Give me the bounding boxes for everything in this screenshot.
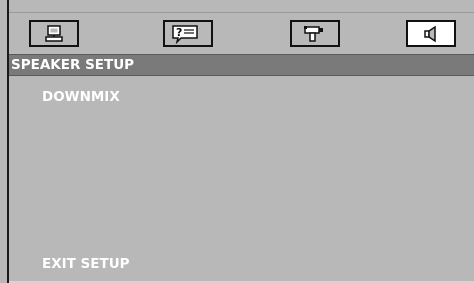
language-setup-tab[interactable]: ? xyxy=(163,20,213,47)
language-setup-icon: ? xyxy=(171,24,205,44)
page-title-bar: SPEAKER SETUP xyxy=(9,54,474,76)
setup-icon-bar: ? xyxy=(9,13,474,54)
video-setup-tab[interactable] xyxy=(290,20,340,47)
menu-item-downmix[interactable]: DOWNMIX xyxy=(42,89,120,105)
speaker-setup-icon xyxy=(420,24,442,44)
speaker-setup-tab[interactable] xyxy=(406,20,456,47)
video-setup-icon xyxy=(302,24,328,44)
general-setup-tab[interactable] xyxy=(29,20,79,47)
menu-item-exit-setup[interactable]: EXIT SETUP xyxy=(42,256,130,272)
general-setup-icon xyxy=(43,24,65,43)
menu-panel: DOWNMIX EXIT SETUP xyxy=(9,76,474,283)
svg-text:?: ? xyxy=(176,26,182,39)
page-title: SPEAKER SETUP xyxy=(11,57,135,73)
